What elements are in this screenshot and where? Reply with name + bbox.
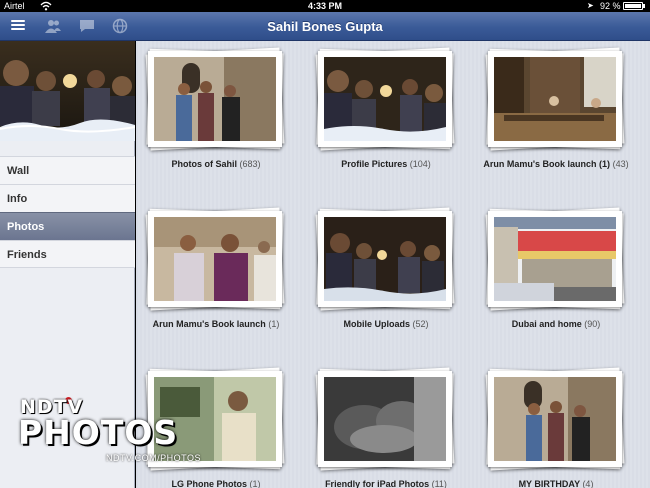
album-count: (4) — [582, 479, 594, 488]
album-thumbnail[interactable] — [485, 367, 625, 471]
page-title: Sahil Bones Gupta — [267, 19, 383, 34]
ndtv-photos-watermark: NDTV PHOTOS NDTV.COM/PHOTOS — [18, 393, 248, 471]
album-count: (683) — [239, 159, 261, 169]
album-my-birthday[interactable]: MY BIRTHDAY (4) — [476, 361, 646, 488]
album-count: (43) — [612, 159, 629, 169]
album-thumbnail[interactable] — [145, 207, 285, 311]
album-count: (52) — [412, 319, 429, 329]
album-thumbnail[interactable] — [315, 367, 455, 471]
album-title: Mobile Uploads — [343, 319, 410, 329]
album-thumbnail[interactable] — [485, 47, 625, 151]
album-profile-pictures[interactable]: Profile Pictures (104) — [306, 41, 476, 191]
sidebar-item-wall[interactable]: Wall — [0, 156, 135, 184]
watermark-title: PHOTOS — [18, 413, 179, 452]
album-friendly-for-ipad-photos[interactable]: Friendly for iPad Photos (11) — [306, 361, 476, 488]
album-arun-mamus-book-launch-1[interactable]: Arun Mamu's Book launch (1) (43) — [476, 41, 646, 191]
album-title: Profile Pictures — [341, 159, 408, 169]
album-title: Dubai and home — [511, 319, 582, 329]
profile-cover-photo[interactable] — [0, 41, 135, 141]
album-title: Photos of Sahil — [171, 159, 237, 169]
album-thumbnail[interactable] — [315, 47, 455, 151]
navigation-bar: Sahil Bones Gupta — [0, 12, 650, 41]
album-count: (90) — [584, 319, 601, 329]
album-count: (104) — [409, 159, 431, 169]
album-thumbnail[interactable] — [145, 47, 285, 151]
album-title: Arun Mamu's Book launch — [152, 319, 266, 329]
battery-percent: 92 % — [600, 1, 621, 11]
album-dubai-and-home[interactable]: Dubai and home (90) — [476, 201, 646, 351]
album-count: (1) — [249, 479, 261, 488]
album-title: MY BIRTHDAY — [518, 479, 580, 488]
location-icon: ➤ — [587, 1, 594, 10]
sidebar-item-photos[interactable]: Photos — [0, 212, 135, 240]
status-bar: Airtel 4:33 PM ➤ 92 % — [0, 0, 650, 12]
sidebar-item-info[interactable]: Info — [0, 184, 135, 212]
clock: 4:33 PM — [307, 1, 342, 11]
sidebar-item-friends[interactable]: Friends — [0, 240, 135, 268]
album-title: LG Phone Photos — [171, 479, 247, 488]
album-count: (1) — [268, 319, 280, 329]
album-title: Friendly for iPad Photos — [325, 479, 430, 488]
album-count: (11) — [431, 479, 447, 488]
sidebar-menu: Wall Info Photos Friends — [0, 156, 135, 268]
album-mobile-uploads[interactable]: Mobile Uploads (52) — [306, 201, 476, 351]
album-arun-mamus-book-launch[interactable]: Arun Mamu's Book launch (1) — [136, 201, 306, 351]
album-title: Arun Mamu's Book launch (1) — [483, 159, 611, 169]
album-photos-of-sahil[interactable]: Photos of Sahil (683) — [136, 41, 306, 191]
watermark-url: NDTV.COM/PHOTOS — [106, 453, 202, 463]
battery-icon — [623, 2, 645, 10]
album-thumbnail[interactable] — [485, 207, 625, 311]
album-thumbnail[interactable] — [315, 207, 455, 311]
